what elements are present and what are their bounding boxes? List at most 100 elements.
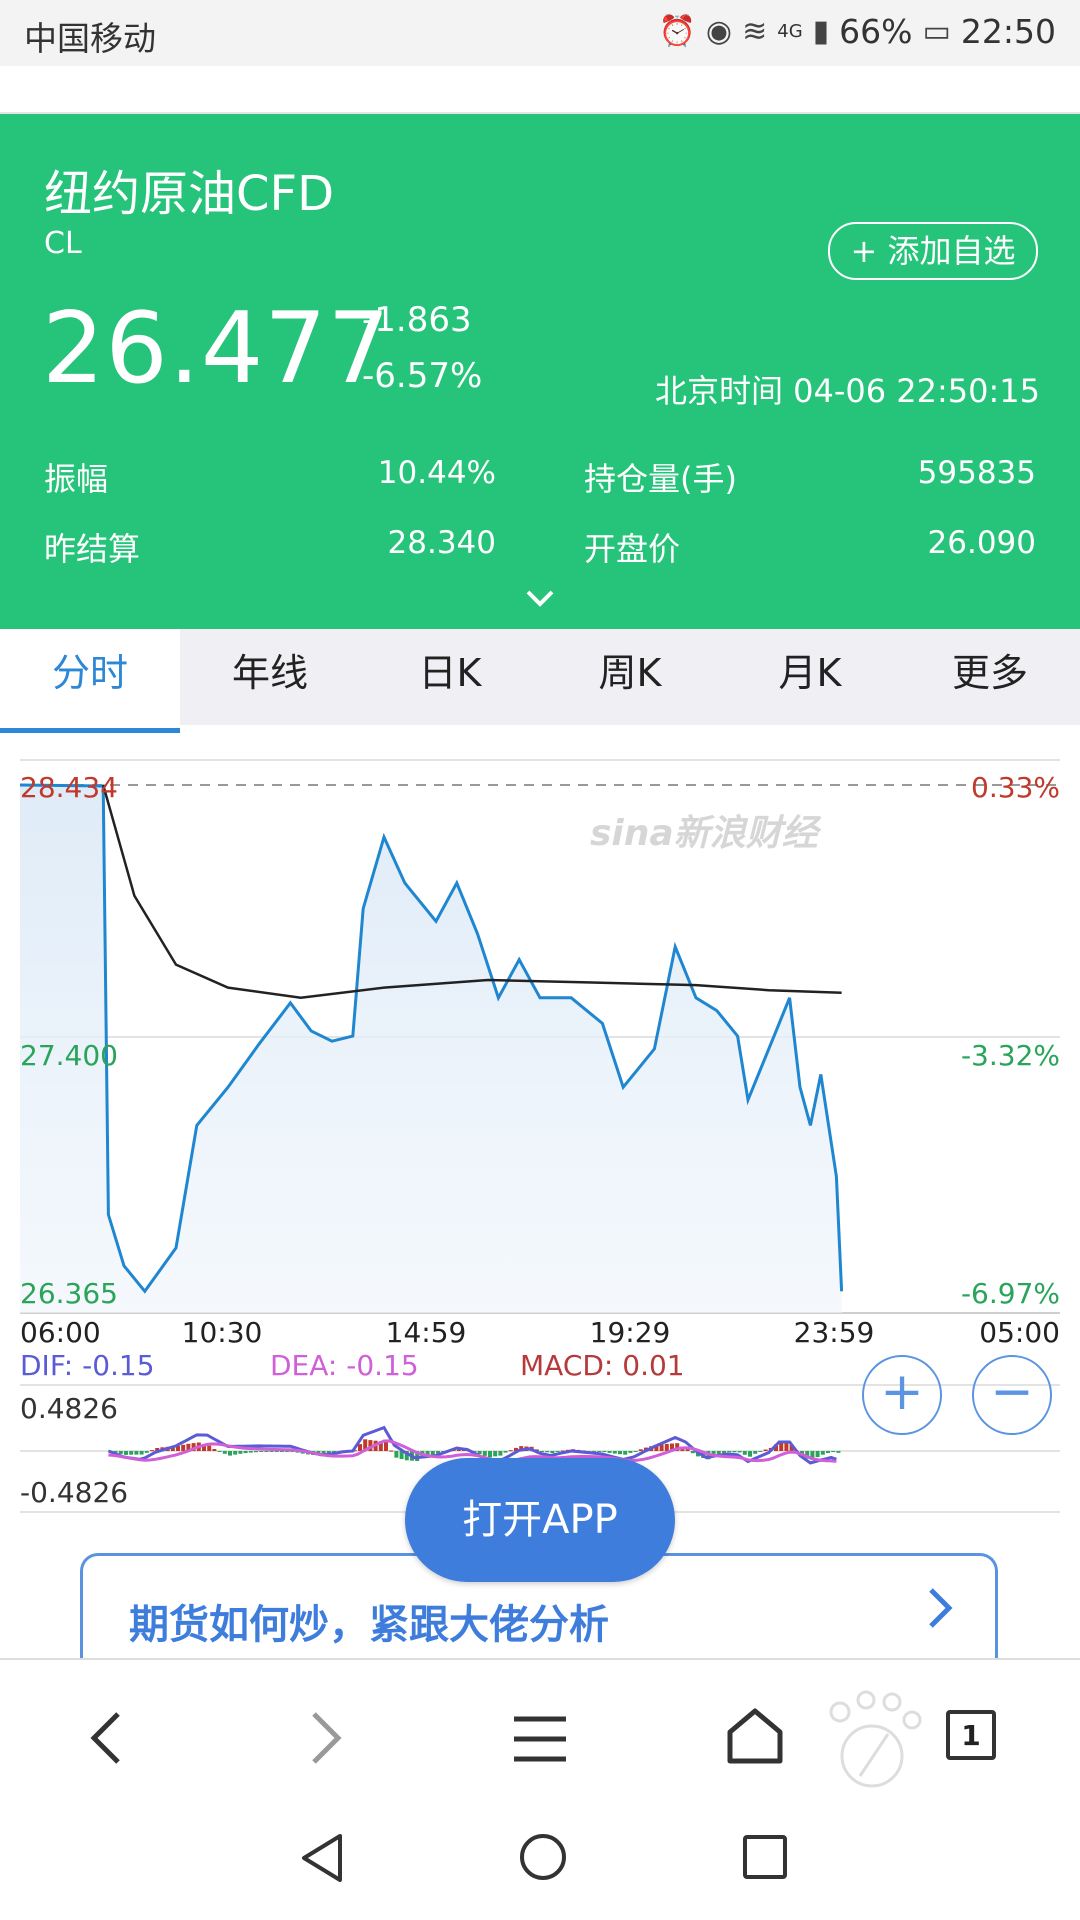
stat-value-amplitude: 10.44% <box>377 455 496 491</box>
menu-icon[interactable] <box>514 1716 566 1762</box>
macd-bar <box>742 1451 747 1455</box>
macd-dif-label: DIF: -0.15 <box>20 1349 155 1382</box>
status-icons: ⏰ ◉ ≋ 4G ▮ 66% ▭ 22:50 <box>659 12 1056 51</box>
macd-bar <box>233 1451 238 1455</box>
home-icon[interactable] <box>726 1708 784 1764</box>
macd-bar <box>118 1451 123 1454</box>
nav-home-icon[interactable] <box>518 1832 568 1882</box>
stat-label-open-interest: 持仓量(手) <box>584 460 737 498</box>
macd-bar <box>737 1451 742 1453</box>
tab-more[interactable]: 更多 <box>900 629 1080 725</box>
carrier-name: 中国移动 <box>24 19 156 58</box>
chart-tabs: 分时 年线 日K 周K 月K 更多 <box>0 629 1080 733</box>
tab-daily-k[interactable]: 日K <box>360 629 540 725</box>
macd-bar <box>482 1451 487 1456</box>
macd-bar <box>129 1451 134 1455</box>
battery-percent: 66% <box>839 12 913 51</box>
instrument-name: 纽约原油CFD <box>44 166 335 222</box>
macd-bar <box>732 1451 737 1453</box>
open-app-button[interactable]: 打开APP <box>405 1458 675 1582</box>
macd-bar <box>638 1449 643 1451</box>
chevron-down-icon[interactable] <box>524 582 556 614</box>
macd-bar <box>144 1451 149 1453</box>
paw-logo-icon <box>829 1690 922 1788</box>
macd-lower-tick: -0.4826 <box>20 1476 128 1509</box>
macd-bar <box>150 1450 154 1452</box>
macd-bar <box>488 1451 492 1458</box>
macd-bar <box>498 1451 503 1456</box>
macd-bar <box>545 1451 550 1453</box>
zoom-out-button[interactable]: − <box>972 1355 1052 1435</box>
eye-icon: ◉ <box>705 14 733 49</box>
macd-bar <box>358 1444 362 1451</box>
quote-time: 北京时间 04-06 22:50:15 <box>654 372 1040 410</box>
alarm-icon: ⏰ <box>658 14 696 49</box>
tab-weekly-k[interactable]: 周K <box>540 629 720 725</box>
tab-count-button[interactable]: 1 <box>946 1710 996 1760</box>
macd-value-label: MACD: 0.01 <box>520 1349 685 1382</box>
tab-year-line[interactable]: 年线 <box>180 629 360 725</box>
macd-bar <box>633 1451 638 1452</box>
macd-dea-label: DEA: -0.15 <box>270 1349 419 1382</box>
macd-bar <box>727 1451 732 1453</box>
system-nav-bar <box>0 1808 1080 1920</box>
tab-intraday[interactable]: 分时 <box>0 629 180 733</box>
zoom-in-button[interactable]: + <box>862 1355 942 1435</box>
add-watchlist-button[interactable]: + 添加自选 <box>828 222 1038 280</box>
nav-back-icon[interactable] <box>300 1832 344 1884</box>
macd-bar <box>597 1451 602 1452</box>
macd-bar <box>384 1441 388 1451</box>
stat-value-open-price: 26.090 <box>927 525 1036 561</box>
current-price: 26.477 <box>42 292 391 406</box>
macd-bar <box>394 1451 399 1458</box>
macd-bar <box>607 1451 612 1453</box>
y-right-tick-top: 0.33% <box>971 771 1060 804</box>
signal-icon: ▮ <box>812 14 830 49</box>
macd-bar <box>540 1451 544 1452</box>
tab-monthly-k[interactable]: 月K <box>720 629 900 725</box>
macd-bar <box>274 1451 279 1452</box>
macd-bar <box>207 1445 212 1451</box>
chevron-right-icon <box>929 1588 953 1628</box>
macd-bar <box>758 1451 763 1452</box>
macd-bar <box>134 1451 139 1455</box>
battery-icon: ▭ <box>922 14 951 49</box>
price-change-percent: -6.57% <box>362 356 483 396</box>
macd-bar <box>243 1451 248 1454</box>
macd-bar <box>628 1451 633 1453</box>
stat-value-prev-settle: 28.340 <box>387 525 496 561</box>
x-tick-2: 10:30 <box>182 1316 263 1349</box>
macd-bar <box>269 1451 274 1452</box>
stat-label-open-price: 开盘价 <box>584 530 681 568</box>
y-left-tick-mid: 27.400 <box>20 1039 118 1072</box>
macd-bar <box>664 1443 669 1451</box>
macd-bar <box>820 1451 825 1455</box>
macd-upper-tick: 0.4826 <box>20 1392 118 1425</box>
back-icon[interactable] <box>88 1710 124 1766</box>
macd-bar <box>259 1451 264 1452</box>
stat-label-amplitude: 振幅 <box>44 460 109 498</box>
macd-bar <box>493 1451 498 1457</box>
x-tick-4: 19:29 <box>590 1316 671 1349</box>
nav-recents-icon[interactable] <box>742 1834 788 1880</box>
x-tick-5: 23:59 <box>794 1316 875 1349</box>
x-tick-1: 06:00 <box>20 1316 101 1349</box>
stat-label-prev-settle: 昨结算 <box>44 530 141 568</box>
macd-bar <box>550 1451 555 1453</box>
macd-bar <box>212 1449 217 1451</box>
ad-text: 期货如何炒，紧跟大佬分析 <box>129 1602 609 1648</box>
y-left-tick-bottom: 26.365 <box>20 1277 118 1310</box>
scrolled-header <box>0 66 1080 115</box>
y-right-tick-mid: -3.32% <box>961 1039 1060 1072</box>
macd-bar <box>222 1451 227 1454</box>
macd-bar <box>503 1451 508 1453</box>
clock: 22:50 <box>960 12 1056 51</box>
forward-icon[interactable] <box>308 1710 344 1766</box>
price-change: -1.863 <box>362 300 472 340</box>
x-tick-3: 14:59 <box>386 1316 467 1349</box>
price-area <box>20 785 842 1313</box>
macd-bar <box>826 1451 830 1453</box>
browser-toolbar: 1 <box>0 1658 1080 1810</box>
macd-bar <box>763 1449 768 1451</box>
macd-bar <box>217 1451 222 1452</box>
